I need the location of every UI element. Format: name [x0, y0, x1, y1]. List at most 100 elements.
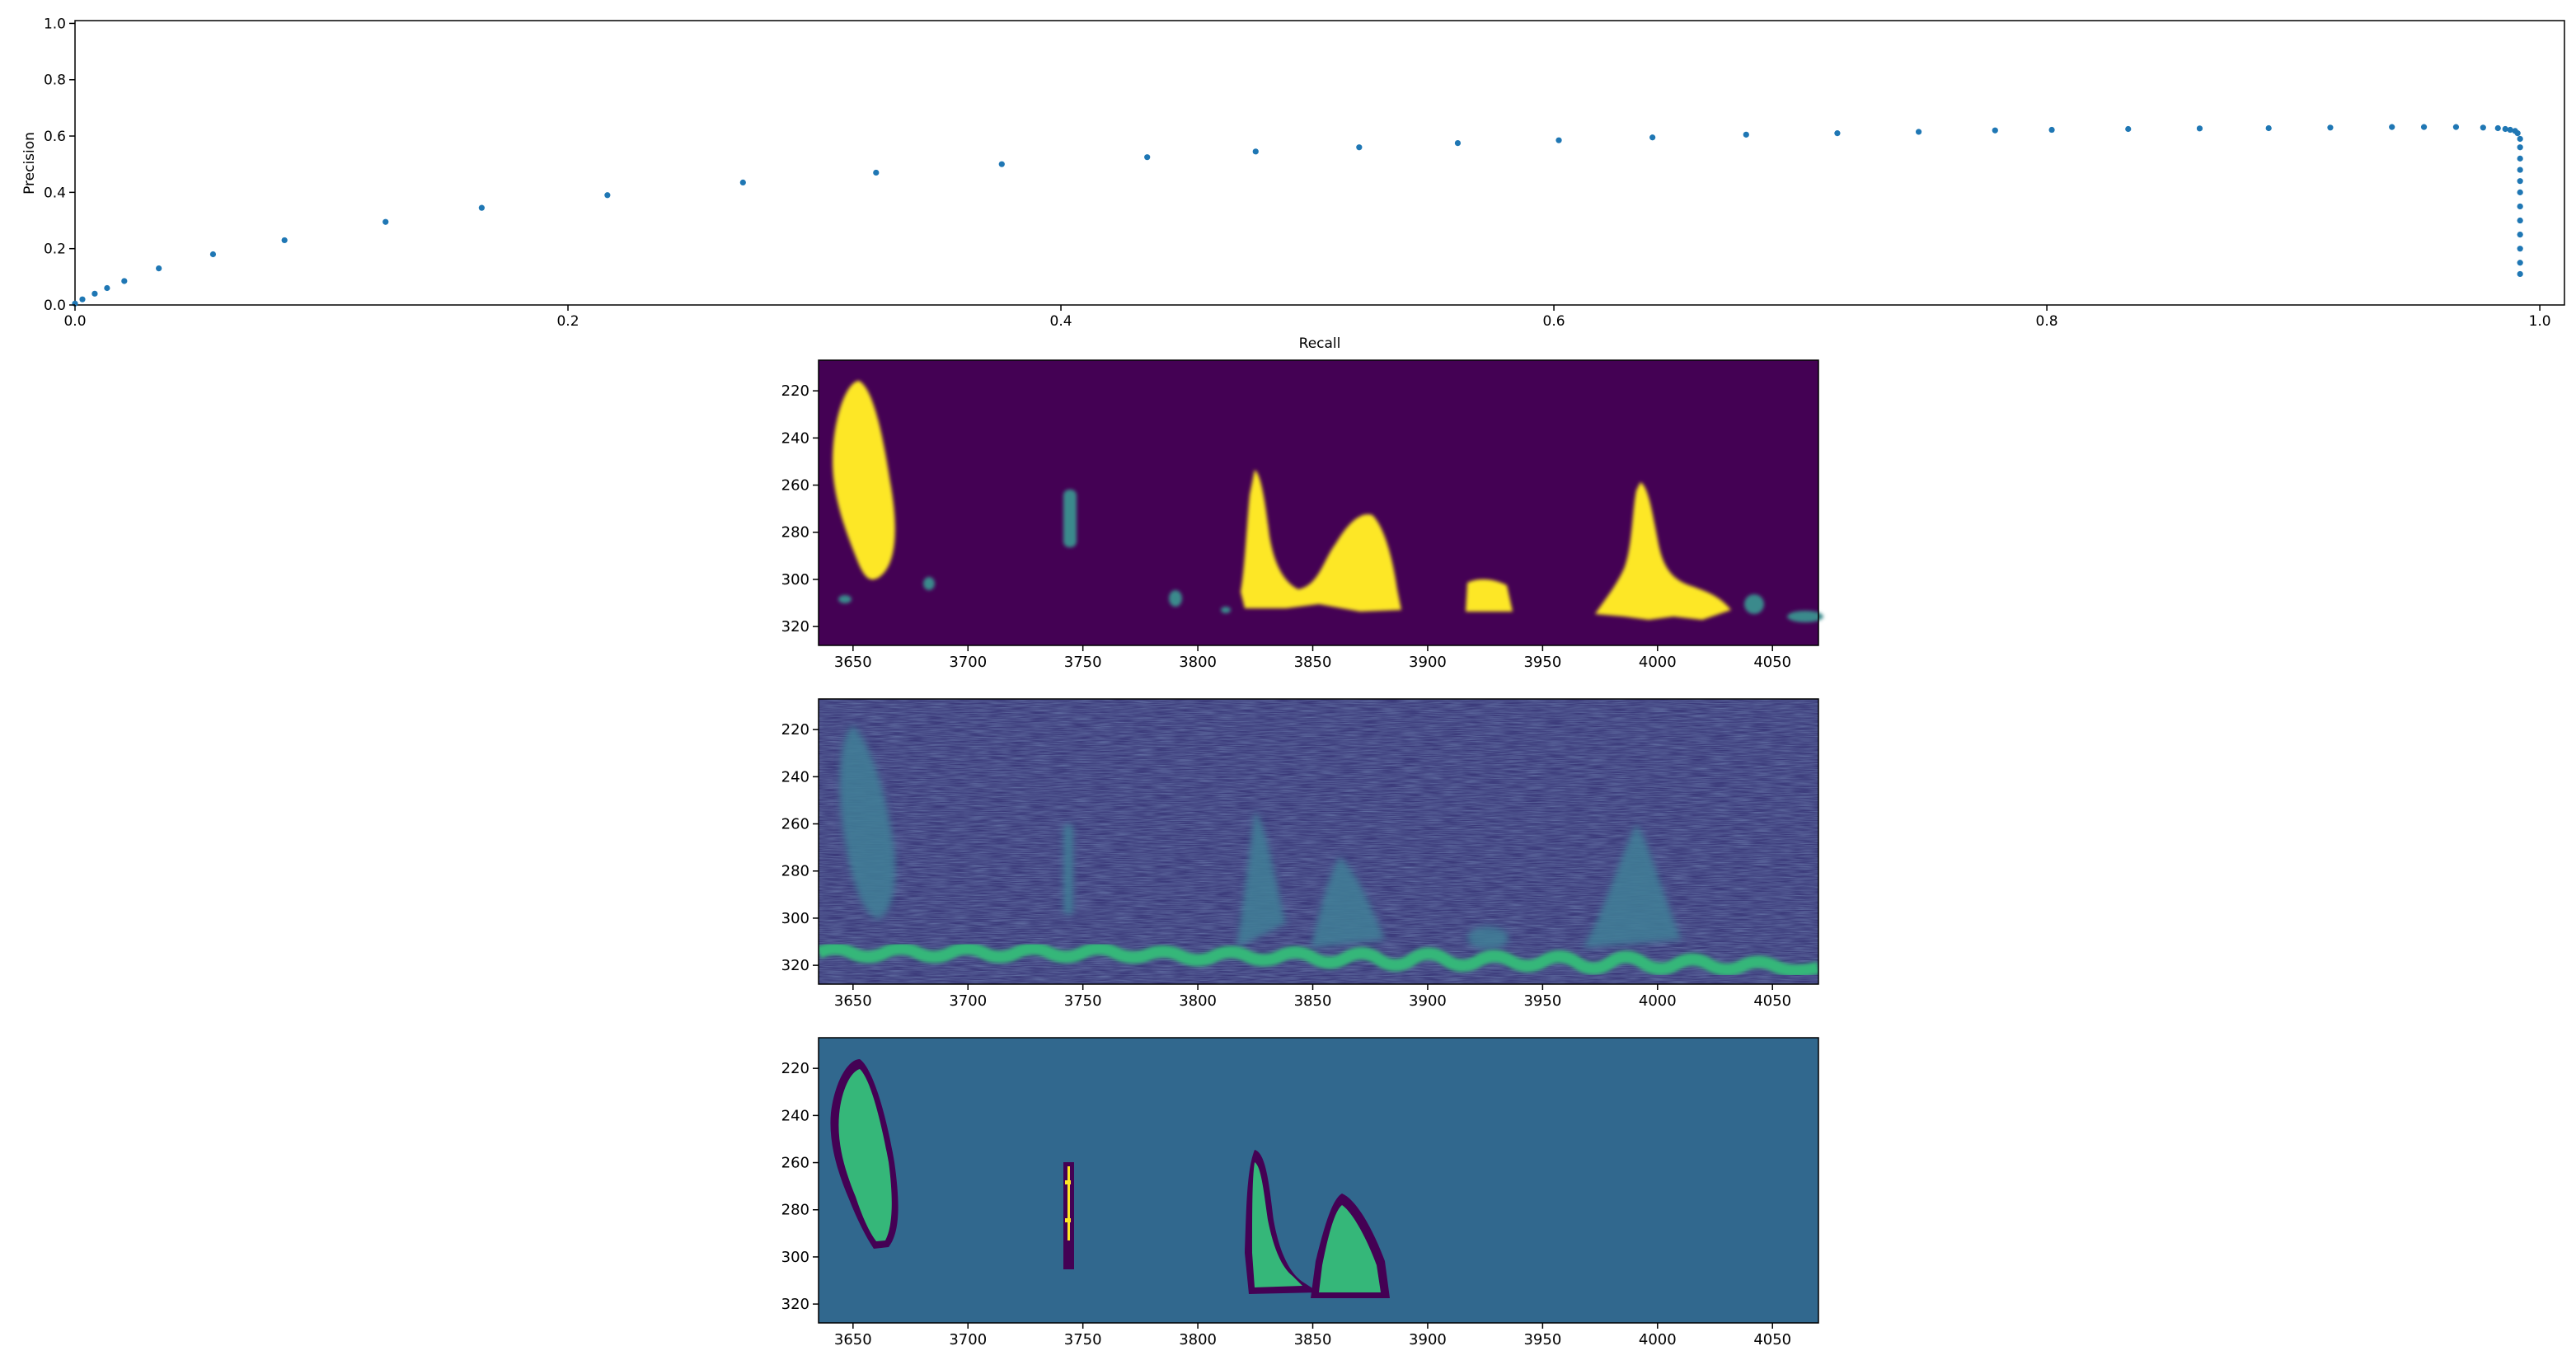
- pr-point: [1454, 139, 1462, 147]
- heatmap2-x-tick-label: 4000: [1639, 992, 1677, 1010]
- pr-x-tick-label: 0.2: [556, 313, 579, 330]
- pr-x-ticks: 0.0 0.2 0.4 0.6 0.8 1.0: [63, 305, 2551, 330]
- heatmap1-x-tick-label: 3650: [834, 654, 872, 671]
- heatmap1-x-tick-label: 4000: [1639, 654, 1677, 671]
- pr-point: [1252, 148, 1259, 155]
- pr-point: [104, 284, 110, 292]
- precision-recall-scatter: 0.0 0.2 0.4 0.6 0.8 1.0 0.0 0.2 0.4 0.6 0.8 1.0 Re…: [21, 16, 2565, 352]
- heatmap1-x-tick-label: 3850: [1294, 654, 1332, 671]
- heatmap3-y-tick-label: 320: [781, 1296, 809, 1313]
- heatmap2-x-tick-label: 3650: [834, 992, 872, 1010]
- pr-point: [156, 265, 162, 272]
- pr-point: [1992, 127, 1998, 134]
- pr-y-tick-label: 0.8: [44, 73, 66, 89]
- pr-x-axis-label: Recall: [1299, 335, 1341, 352]
- pr-y-tick-label: 0.2: [44, 242, 66, 258]
- heatmap3-y-tick-label: 220: [781, 1060, 809, 1077]
- heatmap3-x-tick-label: 3650: [834, 1331, 872, 1348]
- heatmap2-x-tick-label: 4050: [1753, 992, 1791, 1010]
- heatmap-model-output: 3650 3700 3750 3800 3850 3900 3950 4000 4050 220…: [781, 359, 1823, 671]
- pr-point: [2507, 126, 2513, 134]
- pr-point: [998, 161, 1005, 167]
- heatmap3-y-ticks: 220 240 260 280 300 320: [781, 1060, 819, 1313]
- pr-point: [1834, 130, 1841, 137]
- pr-point: [1555, 137, 1562, 143]
- heatmap2-x-tick-label: 3700: [949, 992, 987, 1010]
- pr-point: [604, 192, 611, 199]
- heatmap-spectrogram: 3650 3700 3750 3800 3850 3900 3950 4000 4050 220…: [781, 698, 1819, 1010]
- pr-point: [2389, 124, 2395, 130]
- pr-x-tick-label: 1.0: [2529, 313, 2551, 330]
- pr-point: [2517, 189, 2523, 195]
- pr-point: [2514, 130, 2521, 137]
- pr-x-tick-label: 0.4: [1050, 313, 1072, 330]
- heatmap2-y-tick-label: 320: [781, 957, 809, 974]
- pr-point: [2517, 260, 2523, 266]
- pr-point: [2517, 144, 2523, 151]
- pr-point: [2517, 166, 2523, 173]
- pr-point: [209, 251, 217, 258]
- pr-point: [2517, 232, 2523, 238]
- heatmap3-y-tick-label: 240: [781, 1107, 809, 1124]
- heatmap3-x-tick-label: 3750: [1064, 1331, 1102, 1348]
- pr-point: [1743, 131, 1749, 138]
- pr-point: [2196, 125, 2203, 132]
- heatmap2-x-tick-label: 3750: [1064, 992, 1102, 1010]
- heatmap1-x-tick-label: 4050: [1753, 654, 1791, 671]
- pr-point: [91, 290, 98, 297]
- pr-point: [2265, 124, 2272, 132]
- pr-point: [2420, 124, 2428, 130]
- pr-point: [1356, 144, 1363, 151]
- heatmap2-y-tick-label: 220: [781, 721, 809, 739]
- heatmap2-y-tick-label: 280: [781, 863, 809, 880]
- pr-x-tick-label: 0.8: [2036, 313, 2058, 330]
- heatmap1-x-tick-label: 3750: [1064, 654, 1102, 671]
- pr-point: [2517, 246, 2523, 252]
- pr-point: [1144, 154, 1151, 161]
- heatmap2-y-tick-label: 260: [781, 816, 809, 833]
- pr-point: [2327, 124, 2334, 131]
- heatmap1-x-tick-label: 3900: [1409, 654, 1447, 671]
- pr-point: [2502, 125, 2508, 133]
- pr-point: [382, 218, 389, 225]
- heatmap1-y-tick-label: 260: [781, 477, 809, 495]
- heatmap3-x-ticks: 3650 3700 3750 3800 3850 3900 3950 4000 4050: [834, 1323, 1791, 1348]
- heatmap1-x-tick-label: 3800: [1179, 654, 1217, 671]
- heatmap3-y-tick-label: 260: [781, 1155, 809, 1172]
- pr-point: [873, 169, 880, 176]
- heatmap1-y-tick-label: 280: [781, 524, 809, 542]
- pr-point: [2517, 270, 2523, 278]
- heatmap1-y-tick-label: 220: [781, 382, 809, 400]
- heatmap1-x-ticks: 3650 3700 3750 3800 3850 3900 3950 4000 4050: [834, 645, 1791, 671]
- heatmap1-x-tick-label: 3700: [949, 654, 987, 671]
- figure: 0.0 0.2 0.4 0.6 0.8 1.0 0.0 0.2 0.4 0.6 0.8 1.0 Re…: [21, 16, 2565, 1348]
- heatmap1-y-tick-label: 240: [781, 429, 809, 447]
- heatmap2-y-ticks: 220 240 260 280 300 320: [781, 721, 819, 974]
- heatmap-segmentation: 3650 3700 3750 3800 3850 3900 3950 4000 4050 220…: [781, 1037, 1819, 1348]
- pr-point: [2494, 124, 2501, 132]
- pr-point: [1915, 129, 1922, 135]
- pr-point: [2452, 124, 2460, 130]
- heatmap2-x-tick-label: 3900: [1409, 992, 1447, 1010]
- pr-point: [2480, 124, 2486, 131]
- heatmap2-x-tick-label: 3950: [1523, 992, 1561, 1010]
- pr-y-ticks: 0.0 0.2 0.4 0.6 0.8 1.0: [44, 16, 75, 314]
- heatmap2-x-tick-label: 3850: [1294, 992, 1332, 1010]
- heatmap3-x-tick-label: 3800: [1179, 1331, 1217, 1348]
- pr-point: [121, 278, 128, 284]
- pr-point: [739, 179, 746, 186]
- pr-point: [2517, 155, 2523, 162]
- heatmap2-y-tick-label: 240: [781, 768, 809, 786]
- pr-point: [2517, 203, 2523, 210]
- pr-point: [2048, 126, 2055, 134]
- pr-point: [1649, 134, 1656, 141]
- pr-point: [281, 237, 288, 244]
- heatmap1-y-tick-label: 320: [781, 618, 809, 635]
- heatmap3-x-tick-label: 3900: [1409, 1331, 1447, 1348]
- heatmap3-x-tick-label: 3950: [1523, 1331, 1561, 1348]
- pr-point: [2517, 217, 2523, 224]
- heatmap1-x-tick-label: 3950: [1523, 654, 1561, 671]
- pr-point: [79, 296, 86, 302]
- pr-x-tick-label: 0.0: [63, 313, 86, 330]
- pr-y-tick-label: 0.4: [44, 185, 66, 201]
